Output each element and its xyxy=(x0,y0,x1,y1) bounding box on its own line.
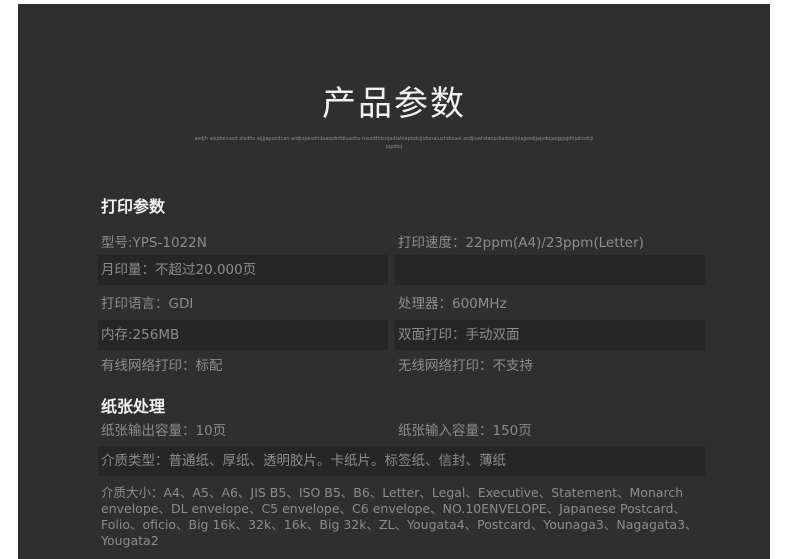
product-spec-panel: 产品参数 asdjh aisjdoinasd aisdhs aijjjapocd… xyxy=(18,4,770,559)
paper-section-heading: 纸张处理 xyxy=(101,397,166,416)
spec-input-capacity: 纸张输入容量：150页 xyxy=(398,423,532,439)
page-title: 产品参数 xyxy=(322,84,466,124)
spec-wireless-network: 无线网络打印：不支持 xyxy=(398,358,533,374)
spec-wired-network: 有线网络打印：标配 xyxy=(101,358,223,374)
spec-print-language: 打印语言：GDI xyxy=(101,296,194,312)
spec-memory: 内存:256MB xyxy=(98,320,388,350)
spec-monthly-volume: 月印量：不超过20.000页 xyxy=(98,255,388,285)
spec-output-capacity: 纸张输出容量：10页 xyxy=(101,423,227,439)
spec-processor: 处理器：600MHz xyxy=(398,296,507,312)
spec-media-type: 介质类型：普通纸、厚纸、透明胶片。卡纸片。标签纸、信封、薄纸 xyxy=(101,453,506,469)
spec-print-speed: 打印速度：22ppm(A4)/23ppm(Letter) xyxy=(398,235,644,251)
spec-model: 型号:YPS-1022N xyxy=(101,235,207,251)
spec-row: 介质类型：普通纸、厚纸、透明胶片。卡纸片。标签纸、信封、薄纸 xyxy=(98,446,705,476)
spec-empty-cell xyxy=(395,255,705,285)
page-subtitle: asdjh aisjdoinasd aisdhs aijjjapocdcan a… xyxy=(194,136,594,150)
spec-media-size: 介质大小：A4、A5、A6、JIS B5、ISO B5、B6、Letter、Le… xyxy=(101,485,698,548)
print-section-heading: 打印参数 xyxy=(101,197,166,216)
spec-duplex: 双面打印：手动双面 xyxy=(395,320,705,350)
